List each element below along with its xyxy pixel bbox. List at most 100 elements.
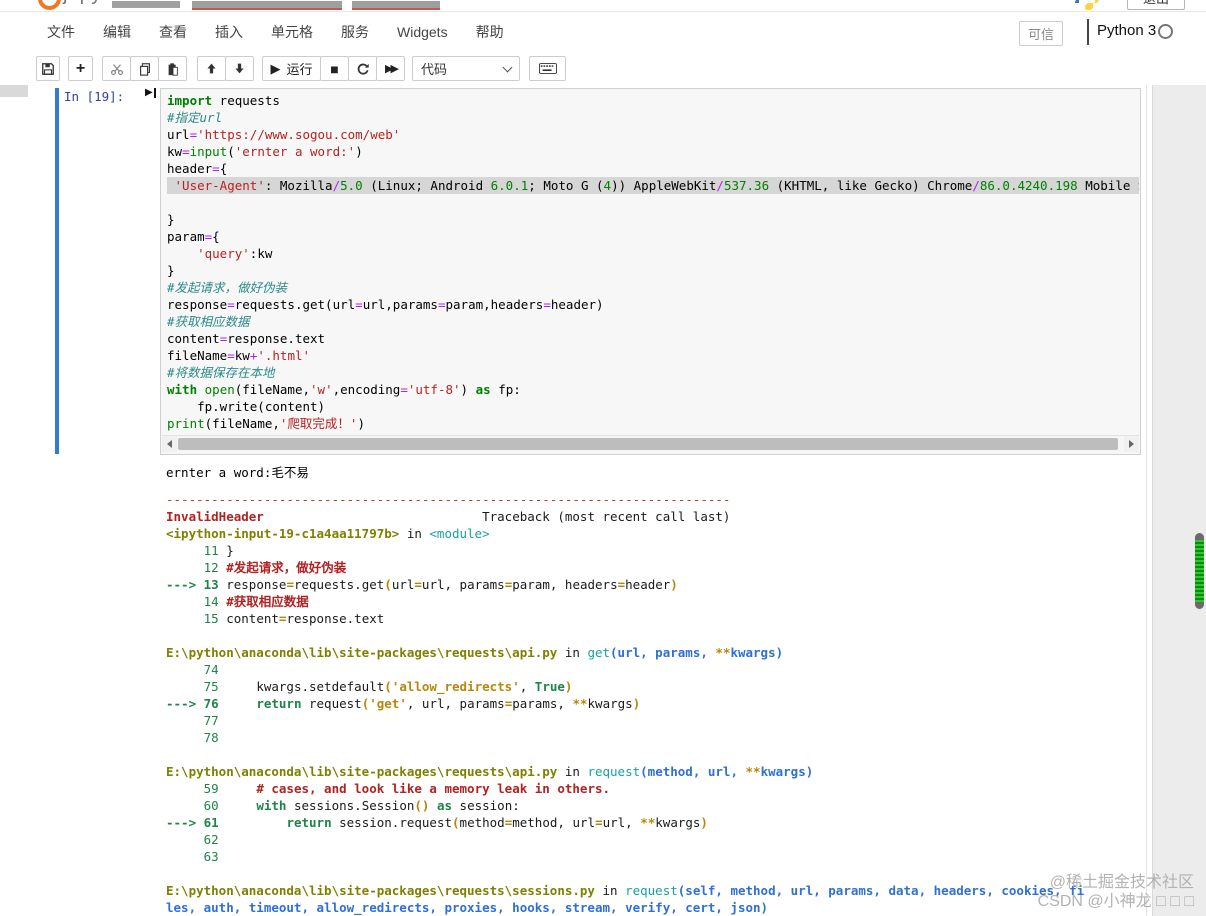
traceback-line: ---> 61 return session.request(method=me… xyxy=(166,815,708,830)
cut-cell-button[interactable] xyxy=(102,56,131,81)
python-logo-icon xyxy=(1075,0,1099,10)
input-prompt: In [19]: xyxy=(64,89,125,104)
code-line: #发起请求，做好伪装 xyxy=(167,280,288,295)
plus-icon: + xyxy=(75,59,86,77)
horizontal-scrollbar[interactable] xyxy=(162,435,1139,453)
selected-cell-indicator xyxy=(55,88,59,454)
traceback-line: 63 xyxy=(166,849,227,864)
menu-item[interactable]: 查看 xyxy=(159,22,187,42)
run-indicator-icon[interactable]: ▶ xyxy=(145,88,156,98)
traceback-line: E:\python\anaconda\lib\site-packages\req… xyxy=(166,645,784,660)
menu-bar: 文件 编辑 查看 插入 单元格 服务 Widgets 帮助 可信 Python 3 xyxy=(0,12,1206,52)
code-line: content=response.text xyxy=(167,331,326,346)
menu-item[interactable]: 编辑 xyxy=(103,22,131,42)
traceback-line: 59 # cases, and look like a memory leak … xyxy=(166,781,611,796)
traceback-line: 14 #获取相应数据 xyxy=(166,594,309,609)
error-traceback: ----------------------------------------… xyxy=(166,491,1084,916)
menu-item[interactable]: Widgets xyxy=(397,24,448,40)
horizontal-scrollbar-thumb[interactable] xyxy=(178,438,1118,450)
scroll-left-arrow[interactable] xyxy=(162,436,177,452)
traceback-line xyxy=(166,746,1084,763)
arrow-up-icon xyxy=(207,63,216,74)
top-header-clipped: jupyter 退出 xyxy=(0,0,1206,12)
notebook-container-edge xyxy=(1146,85,1147,916)
menu-item[interactable]: 文件 xyxy=(47,22,75,42)
traceback-line: 75 kwargs.setdefault('allow_redirects', … xyxy=(166,679,573,694)
play-icon: ▶ xyxy=(270,61,281,76)
save-icon xyxy=(42,62,54,75)
menu-item[interactable]: 单元格 xyxy=(271,22,313,42)
menu-item[interactable]: 插入 xyxy=(215,22,243,42)
move-cell-up-button[interactable] xyxy=(197,56,226,81)
run-label: 运行 xyxy=(286,62,313,77)
code-line: print(fileName,'爬取完成！') xyxy=(167,416,365,431)
traceback-line: 74 xyxy=(166,662,227,677)
traceback-line: 62 xyxy=(166,832,227,847)
interrupt-kernel-button[interactable]: ■ xyxy=(320,56,349,81)
command-palette-button[interactable] xyxy=(529,56,566,81)
cell-type-select[interactable]: 代码 xyxy=(412,56,520,81)
code-line: header={ xyxy=(167,161,228,176)
add-cell-button[interactable]: + xyxy=(68,56,93,81)
code-line: #将数据保存在本地 xyxy=(167,365,275,380)
code-line: 'query':kw xyxy=(197,246,273,261)
traceback-line: 11 } xyxy=(166,543,234,558)
traceback-line: les, auth, timeout, allow_redirects, pro… xyxy=(166,900,769,915)
copy-cell-button[interactable] xyxy=(130,56,159,81)
code-line: } xyxy=(167,263,175,278)
scrollbar-thumb-cap xyxy=(1195,533,1204,540)
restart-kernel-button[interactable] xyxy=(348,56,377,81)
traceback-line: ---> 76 return request('get', url, param… xyxy=(166,696,641,711)
jupyter-logo-icon xyxy=(38,0,61,10)
traceback-line: 60 with sessions.Session() as session: xyxy=(166,798,520,813)
fast-forward-icon: ▶▶ xyxy=(385,63,399,75)
code-line: #获取相应数据 xyxy=(167,314,250,329)
notebook-area: In [19]: ▶ import requests #指定url url='htt… xyxy=(0,85,1206,916)
scroll-right-arrow[interactable] xyxy=(1124,436,1139,452)
kernel-status-icon xyxy=(1158,24,1173,39)
code-editor[interactable]: import requests #指定url url='https://www.so… xyxy=(167,92,1139,435)
save-button[interactable] xyxy=(36,56,60,81)
code-line: response=requests.get(url=url,params=par… xyxy=(167,297,604,312)
chevron-down-icon xyxy=(502,62,513,72)
traceback-line: ----------------------------------------… xyxy=(166,492,731,507)
code-line: fp.write(content) xyxy=(167,399,326,414)
restart-run-all-button[interactable]: ▶▶ xyxy=(376,56,405,81)
move-cell-down-button[interactable] xyxy=(225,56,254,81)
page-scrollbar-track[interactable] xyxy=(1152,85,1206,916)
code-line: kw=input('ernter a word:') xyxy=(167,144,363,159)
arrow-down-icon xyxy=(235,63,244,74)
trusted-badge[interactable]: 可信 xyxy=(1019,21,1064,46)
traceback-line xyxy=(166,865,1084,882)
code-line: with open(fileName,'w',encoding='utf-8')… xyxy=(167,382,521,397)
left-gutter-fragment xyxy=(0,85,28,97)
notebook-title-clipped xyxy=(352,1,440,10)
code-line: url='https://www.sogou.com/web' xyxy=(167,127,401,142)
keyboard-icon xyxy=(538,63,557,74)
traceback-line: 15 content=response.text xyxy=(166,611,385,626)
kernel-divider xyxy=(1087,19,1089,45)
traceback-line: E:\python\anaconda\lib\site-packages\req… xyxy=(166,764,814,779)
code-line: } xyxy=(167,212,175,227)
traceback-line: 77 xyxy=(166,713,227,728)
cell-type-value: 代码 xyxy=(421,62,448,77)
copy-icon xyxy=(139,62,150,76)
page-scrollbar-thumb[interactable] xyxy=(1195,533,1204,609)
traceback-line: 78 xyxy=(166,730,227,745)
menu-item[interactable]: 服务 xyxy=(341,22,369,42)
menu-item[interactable]: 帮助 xyxy=(476,22,504,42)
paste-cell-button[interactable] xyxy=(158,56,187,81)
code-line: #指定url xyxy=(167,110,223,125)
scissors-icon xyxy=(110,63,123,75)
code-line: param={ xyxy=(167,229,220,244)
traceback-line xyxy=(166,627,1084,644)
traceback-line: ---> 13 response=requests.get(url=url, p… xyxy=(166,577,678,592)
notebook-title-clipped xyxy=(192,1,342,10)
logout-button[interactable]: 退出 xyxy=(1127,0,1185,10)
paste-icon xyxy=(168,62,178,76)
traceback-line: InvalidHeader Traceback (most recent cal… xyxy=(166,509,731,524)
run-cell-button[interactable]: ▶ 运行 xyxy=(262,56,321,81)
kernel-name: Python 3 xyxy=(1097,22,1157,39)
notebook-title-clipped xyxy=(112,1,180,8)
